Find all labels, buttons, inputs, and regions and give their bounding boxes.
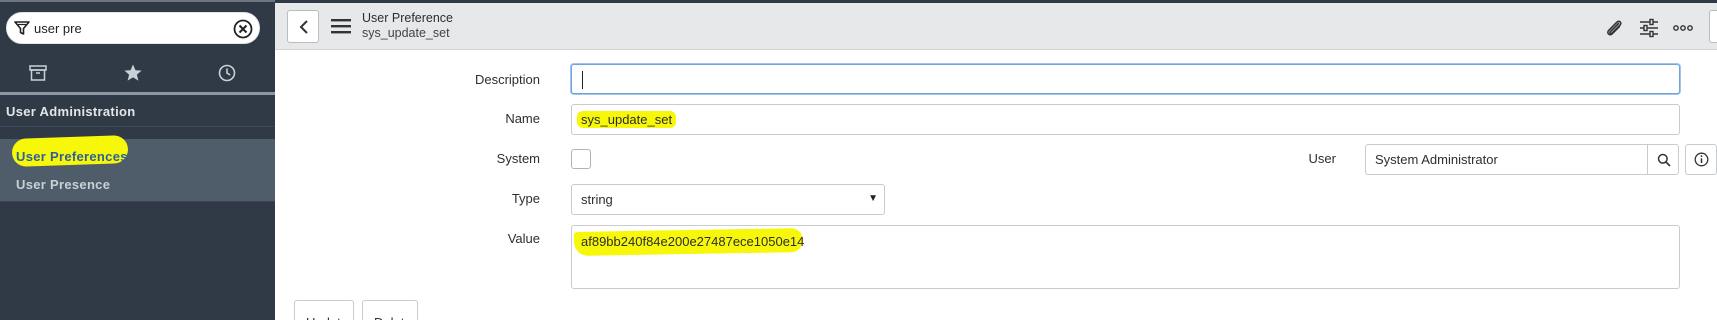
description-label: Description xyxy=(474,72,540,87)
search-icon xyxy=(1657,153,1671,167)
navigator-filter[interactable] xyxy=(6,12,260,44)
dropdown-arrow-icon: ▼ xyxy=(868,193,878,204)
user-field[interactable]: System Administrator xyxy=(1365,144,1648,175)
system-checkbox[interactable] xyxy=(571,149,591,169)
hamburger-menu-icon[interactable] xyxy=(330,16,352,36)
name-label: Name xyxy=(505,111,540,126)
module-user-preferences[interactable]: User Preferences xyxy=(16,149,128,164)
module-divider xyxy=(0,201,275,202)
clear-filter-icon[interactable] xyxy=(233,19,253,39)
user-label: User xyxy=(1308,151,1336,166)
filter-input[interactable] xyxy=(34,17,224,39)
name-field[interactable]: sys_update_set xyxy=(571,104,1680,135)
name-value-text: sys_update_set xyxy=(577,111,677,128)
system-label: System xyxy=(496,151,540,166)
name-value: sys_update_set xyxy=(577,111,677,128)
back-button[interactable] xyxy=(287,10,319,43)
type-select[interactable]: string ▼ xyxy=(571,184,885,215)
more-icon[interactable] xyxy=(1672,17,1694,39)
type-value: string xyxy=(581,192,613,207)
tabs-underline xyxy=(0,92,275,95)
value-label: Value xyxy=(507,231,540,246)
text-caret xyxy=(582,71,583,89)
user-value: System Administrator xyxy=(1375,152,1498,167)
navigator-sidebar: User Administration User Preferences Use… xyxy=(0,0,275,320)
value-textarea[interactable]: af89bb240f84e200e27487ece1050e14 xyxy=(571,225,1680,289)
clock-icon[interactable] xyxy=(217,63,237,83)
chevron-left-icon xyxy=(299,20,308,34)
section-divider xyxy=(0,126,275,127)
archive-icon[interactable] xyxy=(28,63,48,83)
type-label: Type xyxy=(511,191,540,206)
reference-info-button[interactable] xyxy=(1685,144,1717,175)
module-user-presence[interactable]: User Presence xyxy=(16,177,110,192)
module-list: User Preferences User Presence xyxy=(0,134,275,201)
header-edge-button[interactable] xyxy=(1709,10,1717,43)
description-field[interactable] xyxy=(571,64,1680,94)
form-subtitle: sys_update_set xyxy=(362,26,450,40)
sliders-icon[interactable] xyxy=(1638,17,1660,39)
update-button[interactable]: Update xyxy=(294,300,354,320)
form-title: User Preference xyxy=(362,11,454,25)
form-header: User Preference sys_update_set xyxy=(275,0,1717,50)
sidebar-top-border xyxy=(0,0,275,2)
star-icon[interactable] xyxy=(123,63,143,83)
navigator-tabs xyxy=(0,60,275,90)
lookup-button[interactable] xyxy=(1647,144,1679,175)
delete-button[interactable]: Delete xyxy=(362,300,418,320)
info-icon xyxy=(1694,152,1709,167)
paperclip-icon[interactable] xyxy=(1603,17,1625,39)
application-title[interactable]: User Administration xyxy=(6,104,135,119)
value-text: af89bb240f84e200e27487ece1050e14 xyxy=(581,234,805,249)
filter-icon xyxy=(14,21,30,35)
